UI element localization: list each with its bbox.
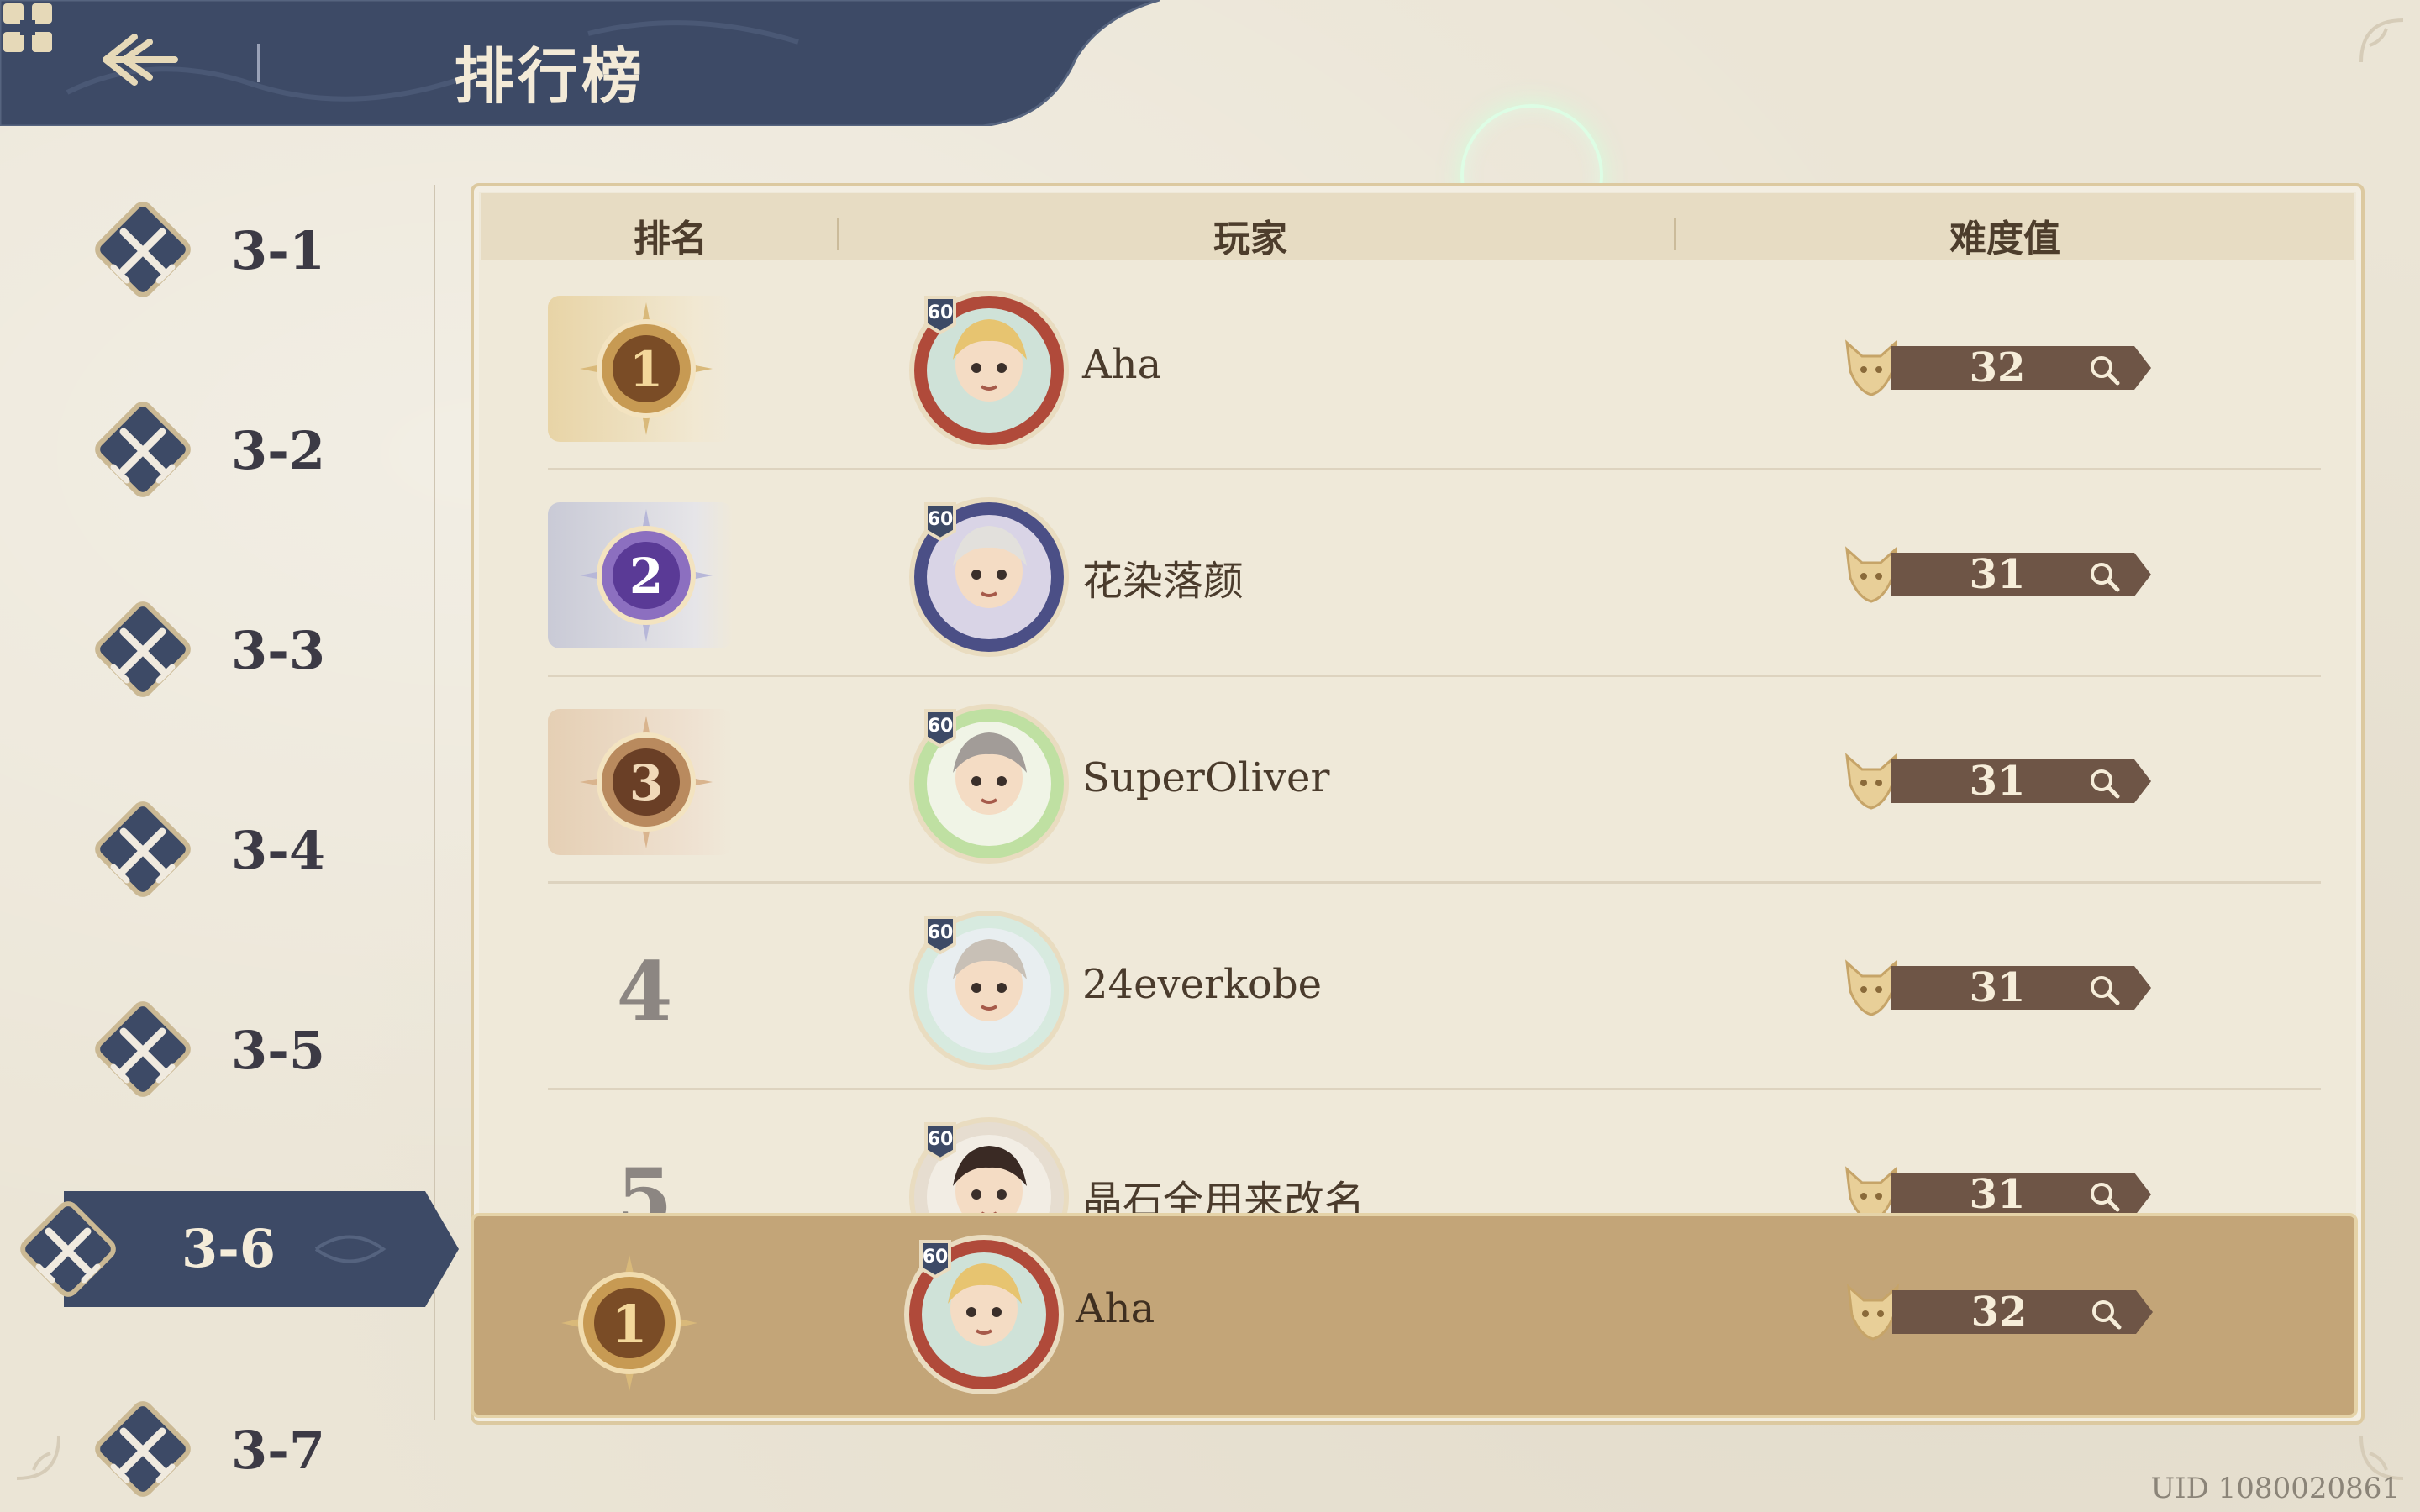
crossed-swords-icon: [95, 1401, 191, 1497]
header-bar: 排行榜: [0, 0, 1160, 126]
rank-number: 4: [616, 944, 673, 1039]
player-name: SuperOliver: [1082, 754, 1330, 801]
magnifier-icon: [2092, 1300, 2122, 1330]
back-button[interactable]: [99, 30, 192, 97]
stage-label: 3-5: [231, 1020, 326, 1081]
stage-label: 3-1: [231, 220, 326, 281]
sidebar-item-3-2[interactable]: 3-2: [80, 386, 416, 512]
avatar[interactable]: 60: [896, 1226, 1072, 1403]
crossed-swords-icon: [20, 1201, 116, 1297]
stage-sidebar: 3-1 3-2 3-3 3-4 3-5 3-6 3-7: [0, 134, 459, 1497]
sidebar-item-3-1[interactable]: 3-1: [80, 186, 416, 312]
header-separator: [1674, 218, 1676, 250]
corner-ornament-icon: [2360, 18, 2404, 63]
difficulty-value: 31: [1969, 551, 2026, 598]
sidebar-item-3-4[interactable]: 3-4: [80, 786, 416, 912]
menu-icon[interactable]: [0, 0, 55, 55]
difficulty-value: 31: [1969, 1171, 2026, 1218]
rank-badge-gold-icon: 1: [561, 1255, 697, 1391]
rank-badge-purple-icon: 2: [580, 509, 713, 642]
table-row[interactable]: 3 60 SuperOliver 31: [481, 677, 2354, 884]
stage-label: 3-3: [231, 620, 326, 681]
difficulty-value: 31: [1969, 964, 2026, 1011]
table-row[interactable]: 2 60 花染落颜 31: [481, 470, 2354, 677]
sidebar-item-3-3[interactable]: 3-3: [80, 586, 416, 712]
level-badge: 60: [928, 922, 954, 943]
difficulty-value: 32: [1970, 1289, 2028, 1336]
my-rank-number: 1: [611, 1294, 647, 1355]
avatar-portrait-icon: 60: [909, 1117, 1069, 1221]
sidebar-item-3-5[interactable]: 3-5: [80, 986, 416, 1112]
header-difficulty: 难度值: [1949, 218, 2060, 260]
avatar[interactable]: 60: [901, 1109, 1077, 1221]
player-name: Aha: [1082, 341, 1162, 388]
magnifier-icon: [2091, 356, 2120, 386]
header-rank: 排名: [634, 218, 708, 260]
avatar-portrait-icon: 60: [909, 704, 1069, 864]
stage-label: 3-4: [231, 820, 326, 881]
stage-label: 3-6: [182, 1218, 276, 1279]
sidebar-item-3-7[interactable]: 3-7: [80, 1386, 416, 1512]
svg-text:3: 3: [629, 754, 663, 811]
avatar-portrait-icon: 60: [904, 1235, 1064, 1394]
svg-text:2: 2: [629, 548, 663, 605]
table-row[interactable]: 4 60 24everkobe 31: [481, 884, 2354, 1090]
stage-label: 3-7: [231, 1420, 326, 1481]
avatar[interactable]: 60: [901, 489, 1077, 665]
crossed-swords-icon: [95, 1001, 191, 1097]
level-badge: 60: [928, 716, 954, 737]
header-player: 玩家: [1213, 218, 1287, 260]
my-player-name: Aha: [1076, 1285, 1155, 1332]
sidebar-item-3-6[interactable]: 3-6: [13, 1186, 459, 1312]
magnifier-icon: [2091, 769, 2120, 799]
avatar[interactable]: 60: [901, 902, 1077, 1079]
svg-text:1: 1: [629, 341, 663, 398]
crossed-swords-icon: [95, 601, 191, 697]
rank-badge-gold-icon: 1: [580, 302, 713, 435]
header-separator: [257, 44, 260, 82]
my-score[interactable]: 32: [1844, 1282, 2163, 1349]
difficulty-score[interactable]: 32: [1842, 338, 2161, 405]
uid-label: UID 1080020861: [2150, 1472, 2400, 1505]
magnifier-icon: [2091, 1183, 2120, 1212]
crossed-swords-icon: [95, 402, 191, 497]
difficulty-score[interactable]: 31: [1842, 544, 2161, 612]
page-title: 排行榜: [454, 40, 646, 112]
player-name: 花染落颜: [1082, 558, 1244, 605]
table-row[interactable]: 1 60 Aha 32: [481, 264, 2354, 470]
avatar-portrait-icon: 60: [909, 911, 1069, 1070]
difficulty-score[interactable]: 31: [1842, 751, 2161, 818]
level-badge: 60: [928, 509, 954, 530]
stage-label: 3-2: [231, 420, 326, 481]
level-badge: 60: [928, 302, 954, 323]
table-header: 排名 玩家 难度值: [481, 193, 2354, 260]
my-rank-row: 1 60 Aha 32: [471, 1213, 2358, 1418]
magnifier-icon: [2091, 563, 2120, 592]
level-badge: 60: [928, 1129, 954, 1150]
crossed-swords-icon: [95, 801, 191, 897]
avatar-portrait-icon: 60: [909, 497, 1069, 657]
magnifier-icon: [2091, 976, 2120, 1005]
header-separator: [837, 218, 839, 250]
level-badge: 60: [923, 1247, 949, 1268]
difficulty-value: 31: [1969, 758, 2026, 805]
avatar[interactable]: 60: [901, 696, 1077, 872]
crossed-swords-icon: [95, 202, 191, 297]
back-arrow-icon: [103, 34, 178, 86]
avatar-portrait-icon: 60: [909, 291, 1069, 450]
table-row[interactable]: 5 60 晶石全用来改名 31: [481, 1090, 2354, 1221]
difficulty-score[interactable]: 31: [1842, 958, 2161, 1025]
rank-number: 5: [616, 1151, 673, 1221]
rank-badge-bronze-icon: 3: [580, 716, 713, 848]
leaderboard-list[interactable]: 1 60 Aha 32 2 60 花染落颜 31 3 60 SuperOliver 31 4 60 24ev…: [481, 264, 2354, 1221]
player-name: 24everkobe: [1082, 961, 1323, 1008]
difficulty-value: 32: [1969, 344, 2026, 391]
avatar[interactable]: 60: [901, 282, 1077, 459]
